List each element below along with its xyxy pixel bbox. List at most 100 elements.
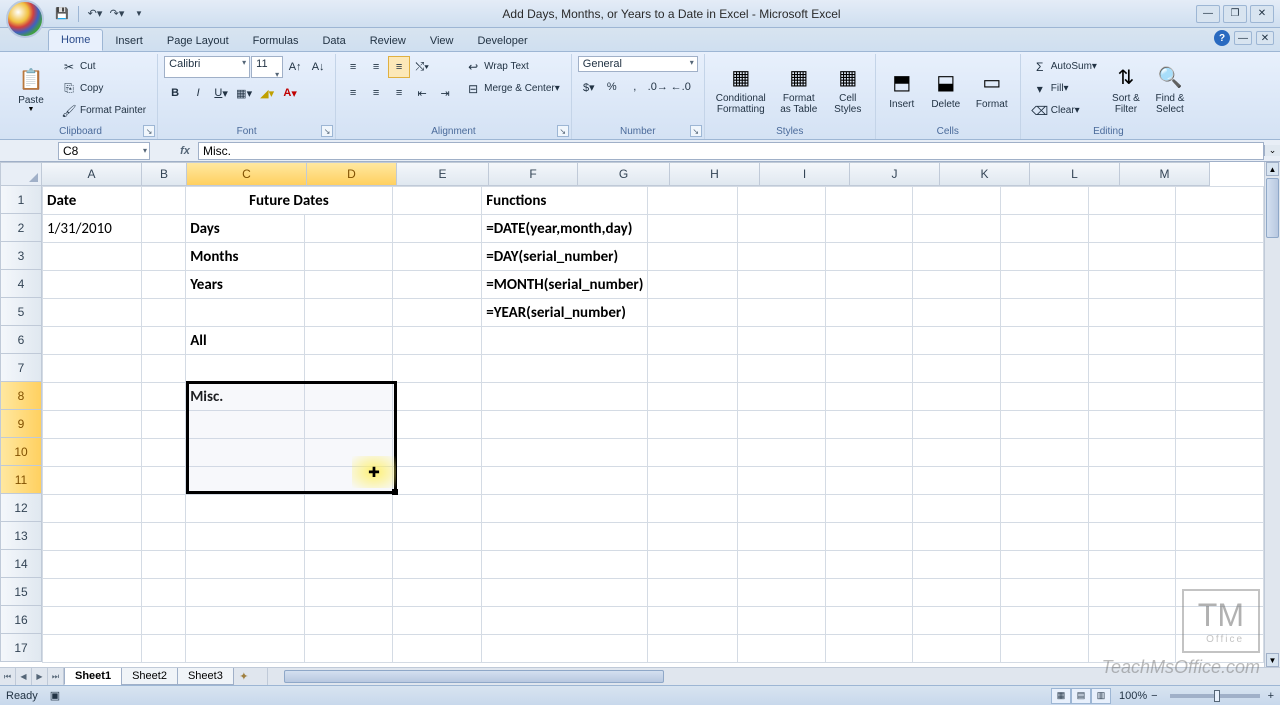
cell-G14[interactable] — [648, 551, 738, 579]
cell-C7[interactable] — [186, 355, 304, 383]
cell-F11[interactable] — [482, 467, 648, 495]
cell-J9[interactable] — [913, 411, 1001, 439]
border-button[interactable]: ▦▾ — [233, 82, 255, 104]
cell-D8[interactable] — [304, 383, 392, 411]
cell-M6[interactable] — [1176, 327, 1264, 355]
cell-F6[interactable] — [482, 327, 648, 355]
cell-K7[interactable] — [1000, 355, 1088, 383]
cut-button[interactable]: ✂Cut — [56, 56, 151, 77]
align-right-button[interactable]: ≡ — [388, 82, 410, 104]
cell-A11[interactable] — [43, 467, 142, 495]
cell-B7[interactable] — [142, 355, 186, 383]
cell-J1[interactable] — [913, 187, 1001, 215]
cell-L4[interactable] — [1088, 271, 1176, 299]
tab-view[interactable]: View — [418, 31, 466, 51]
cell-C16[interactable] — [186, 607, 304, 635]
cell-M9[interactable] — [1176, 411, 1264, 439]
close-button[interactable]: ✕ — [1250, 5, 1274, 23]
clear-button[interactable]: ⌫Clear▾ — [1027, 100, 1102, 121]
copy-button[interactable]: ⎘Copy — [56, 78, 151, 99]
cell-H1[interactable] — [738, 187, 826, 215]
wrap-text-button[interactable]: ↩Wrap Text — [460, 56, 565, 77]
comma-button[interactable]: , — [624, 76, 646, 98]
cell-H10[interactable] — [738, 439, 826, 467]
cell-I17[interactable] — [825, 635, 913, 663]
underline-button[interactable]: U▾ — [210, 82, 232, 104]
cell-K4[interactable] — [1000, 271, 1088, 299]
cell-C2[interactable]: Days — [186, 215, 304, 243]
cell-K6[interactable] — [1000, 327, 1088, 355]
cell-A16[interactable] — [43, 607, 142, 635]
col-header-I[interactable]: I — [760, 162, 850, 186]
increase-font-button[interactable]: A↑ — [284, 56, 306, 78]
cell-A9[interactable] — [43, 411, 142, 439]
cell-A10[interactable] — [43, 439, 142, 467]
cell-M7[interactable] — [1176, 355, 1264, 383]
cell-E4[interactable] — [392, 271, 482, 299]
qat-dropdown-icon[interactable]: ▼ — [131, 6, 147, 22]
cell-G4[interactable] — [648, 271, 738, 299]
col-header-D[interactable]: D — [307, 162, 397, 186]
col-header-K[interactable]: K — [940, 162, 1030, 186]
row-headers[interactable]: 1234567891011121314151617 — [0, 186, 42, 662]
cell-C10[interactable] — [186, 439, 304, 467]
cell-J10[interactable] — [913, 439, 1001, 467]
format-table-button[interactable]: ▦Format as Table — [775, 56, 823, 122]
cell-E16[interactable] — [392, 607, 482, 635]
cell-K14[interactable] — [1000, 551, 1088, 579]
cell-D12[interactable] — [304, 495, 392, 523]
cell-H12[interactable] — [738, 495, 826, 523]
row-header-12[interactable]: 12 — [0, 494, 42, 522]
row-header-2[interactable]: 2 — [0, 214, 42, 242]
cell-E7[interactable] — [392, 355, 482, 383]
row-header-9[interactable]: 9 — [0, 410, 42, 438]
decrease-decimal-button[interactable]: ←.0 — [670, 76, 692, 98]
new-sheet-button[interactable]: ✦ — [233, 668, 255, 685]
first-sheet-button[interactable]: ⏮ — [0, 668, 16, 685]
increase-decimal-button[interactable]: .0→ — [647, 76, 669, 98]
cell-E1[interactable] — [392, 187, 482, 215]
cell-J16[interactable] — [913, 607, 1001, 635]
cell-C3[interactable]: Months — [186, 243, 304, 271]
cell-L6[interactable] — [1088, 327, 1176, 355]
cell-A5[interactable] — [43, 299, 142, 327]
cell-M14[interactable] — [1176, 551, 1264, 579]
cell-K8[interactable] — [1000, 383, 1088, 411]
cell-E3[interactable] — [392, 243, 482, 271]
cell-H4[interactable] — [738, 271, 826, 299]
cell-E5[interactable] — [392, 299, 482, 327]
sheet-tab-sheet2[interactable]: Sheet2 — [121, 668, 178, 685]
delete-cells-button[interactable]: ⬓Delete — [926, 56, 966, 122]
cell-G16[interactable] — [648, 607, 738, 635]
row-header-15[interactable]: 15 — [0, 578, 42, 606]
tab-formulas[interactable]: Formulas — [241, 31, 311, 51]
cell-E9[interactable] — [392, 411, 482, 439]
view-layout-button[interactable]: ▤ — [1071, 688, 1091, 704]
select-all-corner[interactable] — [0, 162, 42, 186]
cell-L15[interactable] — [1088, 579, 1176, 607]
cell-I13[interactable] — [825, 523, 913, 551]
cell-F13[interactable] — [482, 523, 648, 551]
cell-B16[interactable] — [142, 607, 186, 635]
redo-icon[interactable]: ↷▾ — [109, 6, 125, 22]
cell-J2[interactable] — [913, 215, 1001, 243]
number-dialog-launcher[interactable]: ↘ — [690, 125, 702, 137]
cell-A4[interactable] — [43, 271, 142, 299]
row-header-13[interactable]: 13 — [0, 522, 42, 550]
cell-J4[interactable] — [913, 271, 1001, 299]
cell-D14[interactable] — [304, 551, 392, 579]
cell-B9[interactable] — [142, 411, 186, 439]
bold-button[interactable]: B — [164, 82, 186, 104]
cell-F8[interactable] — [482, 383, 648, 411]
view-pagebreak-button[interactable]: ▥ — [1091, 688, 1111, 704]
cell-H8[interactable] — [738, 383, 826, 411]
cell-A7[interactable] — [43, 355, 142, 383]
cell-J12[interactable] — [913, 495, 1001, 523]
cell-G15[interactable] — [648, 579, 738, 607]
cell-A12[interactable] — [43, 495, 142, 523]
clipboard-dialog-launcher[interactable]: ↘ — [143, 125, 155, 137]
increase-indent-button[interactable]: ⇥ — [434, 82, 456, 104]
last-sheet-button[interactable]: ⏭ — [48, 668, 64, 685]
cell-I15[interactable] — [825, 579, 913, 607]
cell-K11[interactable] — [1000, 467, 1088, 495]
